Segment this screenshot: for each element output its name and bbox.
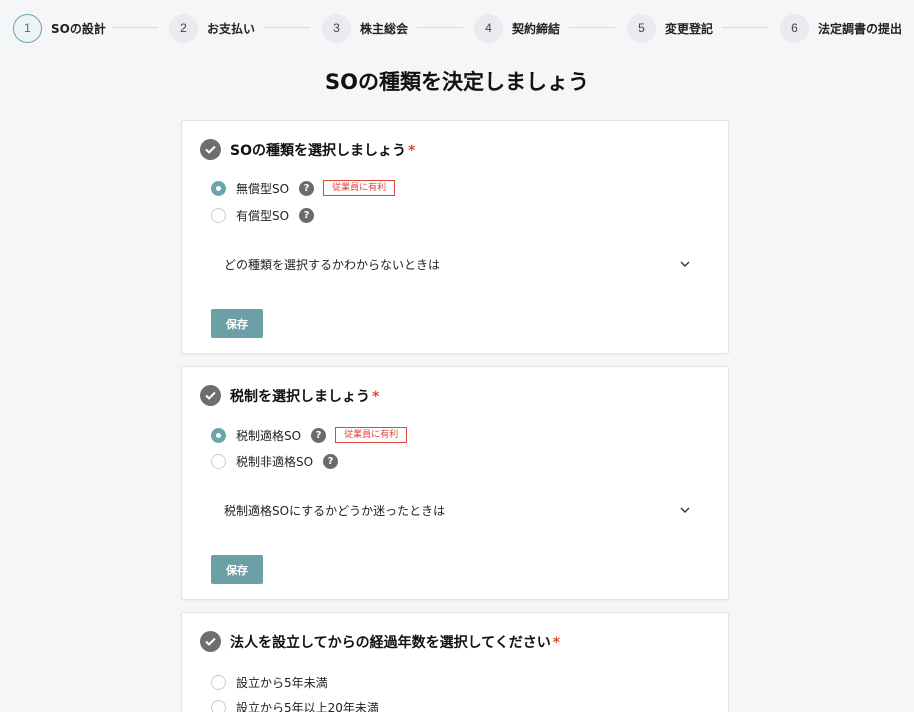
step-2[interactable]: 2 お支払い (169, 13, 255, 43)
step-number: 5 (627, 13, 656, 43)
step-1[interactable]: 1 SOの設計 (13, 13, 106, 43)
help-accordion[interactable]: どの種類を選択するかわからないときは (224, 252, 690, 276)
accordion-label: どの種類を選択するかわからないときは (224, 257, 441, 272)
step-6[interactable]: 6 法定調書の提出 (780, 13, 902, 43)
step-label: 変更登記 (665, 21, 714, 36)
question-icon[interactable]: ? (311, 427, 327, 443)
card-title: SOの種類を選択しましょう * (230, 142, 416, 159)
step-number: 1 (13, 13, 42, 43)
card-header: 法人を設立してからの経過年数を選択してください * (200, 631, 560, 652)
option-under-5-years[interactable]: 設立から5年未満 (211, 672, 328, 692)
card-header: 税制を選択しましょう * (200, 385, 379, 406)
step-number: 2 (169, 13, 198, 43)
check-icon (200, 139, 221, 160)
option-tax-qualified[interactable]: 税制適格SO ? 従業員に有利 (211, 425, 408, 445)
question-icon[interactable]: ? (299, 180, 315, 196)
step-5[interactable]: 5 変更登記 (627, 13, 713, 43)
benefit-badge: 従業員に有利 (335, 427, 408, 443)
page-title: SOの種類を決定しましょう (325, 70, 589, 94)
option-label: 設立から5年未満 (236, 675, 328, 690)
radio-button[interactable] (211, 674, 226, 690)
card-title: 法人を設立してからの経過年数を選択してください * (230, 634, 561, 651)
option-paid-so[interactable]: 有償型SO ? (211, 205, 315, 225)
option-tax-non-qualified[interactable]: 税制非適格SO ? (211, 451, 339, 471)
check-icon (200, 385, 221, 406)
step-label: SOの設計 (51, 21, 106, 36)
step-number: 6 (780, 13, 809, 43)
step-connector (264, 27, 310, 28)
step-connector (417, 27, 463, 28)
progress-stepper: 1 SOの設計 2 お支払い 3 株主総会 4 契約締結 5 変更登記 6 法定… (0, 0, 914, 56)
option-label: 有償型SO (236, 208, 290, 223)
save-button[interactable]: 保存 (211, 309, 263, 338)
card-title: 税制を選択しましょう * (230, 388, 380, 405)
step-4[interactable]: 4 契約締結 (474, 13, 560, 43)
step-label: 株主総会 (360, 21, 409, 36)
question-icon[interactable]: ? (323, 453, 339, 469)
check-icon (200, 631, 221, 652)
help-accordion[interactable]: 税制適格SOにするかどうか迷ったときは (224, 498, 690, 522)
option-label: 税制適格SO (236, 428, 302, 443)
company-age-card: 法人を設立してからの経過年数を選択してください * 設立から5年未満 設立から5年… (181, 612, 729, 712)
question-icon[interactable]: ? (299, 207, 315, 223)
chevron-down-icon (680, 507, 690, 513)
chevron-down-icon (680, 261, 690, 267)
radio-button[interactable] (211, 427, 226, 443)
option-label: 無償型SO (236, 181, 290, 196)
step-connector (569, 27, 615, 28)
step-label: 法定調書の提出 (818, 21, 903, 36)
radio-button[interactable] (211, 453, 226, 469)
so-type-card: SOの種類を選択しましょう * 無償型SO ? 従業員に有利 有償型SO ? どの… (181, 120, 729, 354)
benefit-badge: 従業員に有利 (323, 180, 396, 196)
option-free-so[interactable]: 無償型SO ? 従業員に有利 (211, 178, 396, 198)
required-mark: * (372, 388, 380, 405)
step-number: 4 (474, 13, 503, 43)
radio-button[interactable] (211, 699, 226, 712)
option-5-to-20-years[interactable]: 設立から5年以上20年未満 (211, 697, 379, 712)
step-number: 3 (322, 13, 351, 43)
radio-button[interactable] (211, 207, 226, 223)
save-button[interactable]: 保存 (211, 555, 263, 584)
option-label: 税制非適格SO (236, 454, 314, 469)
tax-system-card: 税制を選択しましょう * 税制適格SO ? 従業員に有利 税制非適格SO ? 税制… (181, 366, 729, 600)
radio-button[interactable] (211, 180, 226, 196)
step-connector (722, 27, 768, 28)
step-3[interactable]: 3 株主総会 (322, 13, 408, 43)
required-mark: * (552, 634, 561, 651)
step-connector (112, 27, 158, 28)
card-header: SOの種類を選択しましょう * (200, 139, 415, 160)
option-label: 設立から5年以上20年未満 (236, 700, 379, 712)
required-mark: * (407, 142, 416, 159)
accordion-label: 税制適格SOにするかどうか迷ったときは (224, 503, 446, 518)
step-label: 契約締結 (512, 21, 561, 36)
step-label: お支払い (207, 21, 256, 36)
